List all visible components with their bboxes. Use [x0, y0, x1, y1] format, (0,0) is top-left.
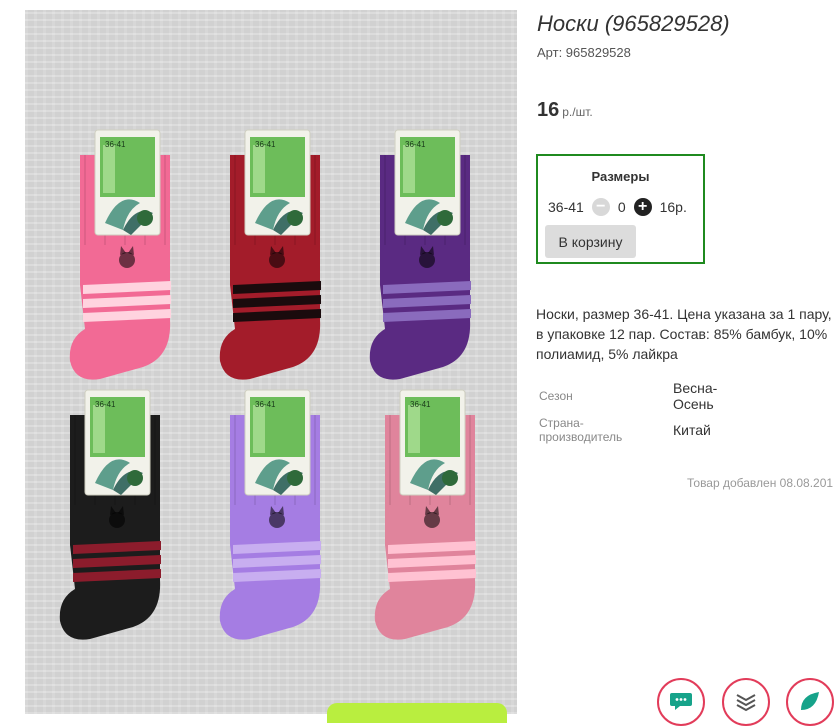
sizes-heading: Размеры	[591, 169, 650, 184]
leaf-icon	[801, 692, 819, 710]
chat-icon	[670, 693, 692, 710]
leaf-button[interactable]	[786, 678, 834, 726]
size-selector: Размеры 36-41 − 0 + 16р. В корзину	[536, 154, 705, 264]
svg-text:36-41: 36-41	[95, 400, 116, 409]
sock-2: 36-41	[219, 129, 321, 380]
property-value-country: Китай	[673, 422, 711, 438]
price-value: 16	[537, 99, 560, 121]
decrease-quantity-button[interactable]: −	[591, 198, 610, 216]
article-number: Арт: 965829528	[537, 45, 631, 60]
added-date: Товар добавлен 08.08.201	[687, 476, 834, 490]
size-sum: 16р.	[659, 199, 687, 215]
bottom-green-button[interactable]	[327, 703, 507, 723]
price: 16 р./шт.	[537, 99, 593, 122]
property-label-country-1: Страна-	[539, 416, 584, 430]
sock-3: 36-41	[369, 129, 471, 380]
svg-text:36-41: 36-41	[255, 140, 276, 149]
product-description: Носки, размер 36-41. Цена указана за 1 п…	[536, 306, 832, 362]
property-label-season: Сезон	[539, 389, 573, 403]
property-value-season-1: Весна-	[673, 380, 718, 396]
product-title: Носки (965829528)	[537, 11, 730, 36]
size-label: 36-41	[548, 199, 584, 215]
add-to-cart-button[interactable]: В корзину	[545, 225, 636, 258]
layers-button[interactable]	[722, 678, 770, 726]
layers-icon	[736, 694, 756, 712]
svg-text:36-41: 36-41	[105, 140, 126, 149]
quantity-value: 0	[617, 199, 626, 215]
increase-quantity-button[interactable]: +	[633, 198, 652, 216]
size-row: 36-41 − 0 + 16р.	[548, 198, 687, 216]
sock-6: 36-41	[374, 389, 476, 640]
socks-illustration: 36-41 36-41 36-41 36-41 36-41 36-41	[59, 129, 476, 640]
property-label-country-2: производитель	[539, 430, 623, 444]
property-value-season-2: Осень	[673, 396, 714, 412]
sock-4: 36-41	[59, 389, 161, 640]
price-unit: р./шт.	[562, 105, 593, 119]
svg-text:36-41: 36-41	[405, 140, 426, 149]
sock-1: 36-41	[69, 129, 171, 380]
sock-5: 36-41	[219, 389, 321, 640]
svg-text:36-41: 36-41	[410, 400, 431, 409]
svg-text:36-41: 36-41	[255, 400, 276, 409]
product-photo[interactable]: 36-41 36-41 36-41 36-41 36-41 36-41	[25, 10, 517, 714]
chat-button[interactable]	[657, 678, 705, 726]
